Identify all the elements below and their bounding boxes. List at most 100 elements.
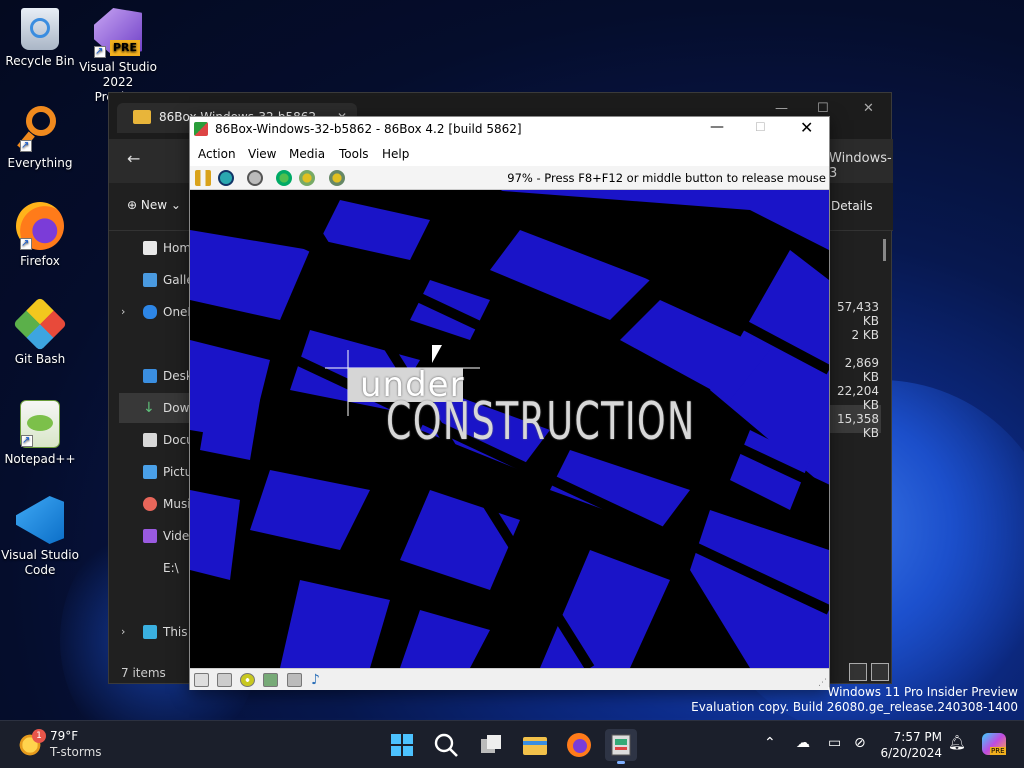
menu-tools[interactable]: Tools xyxy=(339,147,369,161)
details-button[interactable]: Details xyxy=(831,199,873,213)
maximize-icon[interactable]: ☐ xyxy=(817,101,829,116)
desktop-icon-label: Notepad++ xyxy=(4,452,76,466)
desktop-icon-label: Everything xyxy=(7,156,73,170)
address-bar[interactable]: Windows-3 xyxy=(829,151,893,181)
hard-disk-icon[interactable] xyxy=(263,673,278,687)
folder-icon xyxy=(523,737,547,755)
ctrl-alt-esc-icon[interactable] xyxy=(299,170,315,186)
menu-media[interactable]: Media xyxy=(289,147,325,161)
cloud-icon xyxy=(143,305,157,319)
shortcut-arrow-icon xyxy=(94,44,106,59)
sidebar-item-drive-e[interactable]: E:\ xyxy=(119,553,197,583)
86box-app-icon xyxy=(611,734,631,756)
vm-display[interactable]: under CONSTRUCTION xyxy=(190,190,829,668)
recycle-bin-icon xyxy=(21,8,59,50)
download-icon: ↓ xyxy=(143,400,155,416)
menu-help[interactable]: Help xyxy=(382,147,409,161)
file-size: 57,433 KB xyxy=(837,300,879,328)
start-button[interactable] xyxy=(386,729,418,761)
document-icon xyxy=(143,433,157,447)
86box-window[interactable]: 86Box-Windows-32-b5862 - 86Box 4.2 [buil… xyxy=(189,116,830,690)
cdrom-icon[interactable] xyxy=(240,673,255,687)
close-button[interactable]: ✕ xyxy=(800,118,813,137)
desktop-icon xyxy=(143,369,157,383)
menu-view[interactable]: View xyxy=(248,147,276,161)
floppy-b-icon[interactable] xyxy=(217,673,232,687)
windows-logo-icon xyxy=(391,734,413,756)
power-icon[interactable] xyxy=(247,170,263,186)
sidebar-item-downloads[interactable]: ↓Downloads xyxy=(119,393,197,423)
menu-action[interactable]: Action xyxy=(198,147,236,161)
magnifier-icon xyxy=(16,104,64,153)
desktop-icon-visual-studio-preview[interactable]: PRE Visual Studio 2022 Preview xyxy=(78,8,158,105)
settings-icon[interactable] xyxy=(329,170,345,186)
menu-bar: Action View Media Tools Help xyxy=(190,142,829,166)
desktop-icon-recycle-bin[interactable]: Recycle Bin xyxy=(0,8,80,69)
desktop-icon-git-bash[interactable]: Git Bash xyxy=(0,296,80,367)
floppy-a-icon[interactable] xyxy=(194,673,209,687)
sound-icon[interactable]: ♪ xyxy=(311,673,326,687)
minimize-button[interactable]: — xyxy=(710,119,724,135)
show-hidden-icons-chevron-icon[interactable]: ⌃ xyxy=(764,735,776,751)
network-icon[interactable] xyxy=(287,673,302,687)
git-bash-icon xyxy=(12,296,68,352)
picture-icon xyxy=(143,465,157,479)
taskbar-file-explorer[interactable] xyxy=(519,729,551,761)
details-view-button[interactable] xyxy=(849,663,867,681)
chevron-right-icon[interactable]: › xyxy=(121,625,125,638)
search-button[interactable] xyxy=(430,729,462,761)
sidebar-item-documents[interactable]: Documents xyxy=(119,425,197,455)
copilot-button[interactable]: PRE xyxy=(978,729,1010,761)
desktop-icon-label: Visual Studio Code xyxy=(1,548,79,577)
desktop-icon-notepad-plus-plus[interactable]: Notepad++ xyxy=(0,400,80,467)
home-icon xyxy=(143,241,157,255)
gallery-icon xyxy=(143,273,157,287)
sidebar-item-this-pc[interactable]: ›This PC xyxy=(119,617,197,647)
watermark-line-2: Evaluation copy. Build 26080.ge_release.… xyxy=(691,700,1018,714)
desktop-icon-everything[interactable]: Everything xyxy=(0,104,80,171)
taskbar-firefox[interactable] xyxy=(563,729,595,761)
notification-bell-icon[interactable]: 🔔︎ xyxy=(948,735,966,751)
tiles-view-button[interactable] xyxy=(871,663,889,681)
scrollbar-thumb[interactable] xyxy=(883,239,886,261)
back-arrow-icon[interactable]: ← xyxy=(127,149,140,168)
copilot-pre-badge: PRE xyxy=(990,747,1006,755)
construction-text: CONSTRUCTION xyxy=(386,392,696,452)
display-icon[interactable]: ▭ xyxy=(828,735,841,751)
firefox-icon xyxy=(567,733,591,757)
86box-titlebar[interactable]: 86Box-Windows-32-b5862 - 86Box 4.2 [buil… xyxy=(190,117,829,142)
ctrl-alt-del-icon[interactable] xyxy=(276,170,292,186)
sidebar-item-videos[interactable]: Videos xyxy=(119,521,197,551)
mouse-release-hint: 97% - Press F8+F12 or middle button to r… xyxy=(507,171,826,185)
task-view-icon xyxy=(481,735,501,753)
network-status-icon[interactable]: ⊘ xyxy=(854,735,866,751)
desktop-icon-vscode[interactable]: Visual Studio Code xyxy=(0,496,80,578)
onedrive-offline-icon[interactable]: ☁ xyxy=(796,735,810,751)
sidebar-item-home[interactable]: Home xyxy=(119,233,197,263)
weather-alert-badge: 1 xyxy=(32,729,46,743)
search-icon xyxy=(434,733,458,757)
sidebar-item-pictures[interactable]: Pictures xyxy=(119,457,197,487)
folder-icon xyxy=(133,110,151,124)
clock-date: 6/20/2024 xyxy=(880,746,942,760)
minimize-icon[interactable]: — xyxy=(775,101,788,116)
sidebar-item-gallery[interactable]: Gallery xyxy=(119,265,197,295)
taskbar-86box[interactable] xyxy=(605,729,637,764)
new-button[interactable]: ⊕ New ⌄ xyxy=(127,198,181,212)
maximize-button[interactable]: ☐ xyxy=(755,120,766,134)
desktop-icon-firefox[interactable]: Firefox xyxy=(0,202,80,269)
firefox-icon xyxy=(16,202,64,251)
system-clock[interactable]: 7:57 PM 6/20/2024 xyxy=(880,729,942,761)
reset-icon[interactable] xyxy=(218,170,234,186)
window-title: 86Box-Windows-32-b5862 - 86Box 4.2 [buil… xyxy=(215,122,522,136)
sidebar-item-desktop[interactable]: Desktop xyxy=(119,361,197,391)
file-size: 2,869 KB xyxy=(844,356,879,384)
close-icon[interactable]: ✕ xyxy=(863,101,874,116)
86box-app-icon xyxy=(194,122,208,136)
sidebar-item-music[interactable]: Music xyxy=(119,489,197,519)
task-view-button[interactable] xyxy=(475,729,507,761)
pause-icon[interactable] xyxy=(195,170,211,186)
notepad-plus-plus-icon xyxy=(20,400,60,448)
sidebar-item-onedrive[interactable]: ›OneDrive xyxy=(119,297,197,327)
chevron-right-icon[interactable]: › xyxy=(121,305,125,318)
